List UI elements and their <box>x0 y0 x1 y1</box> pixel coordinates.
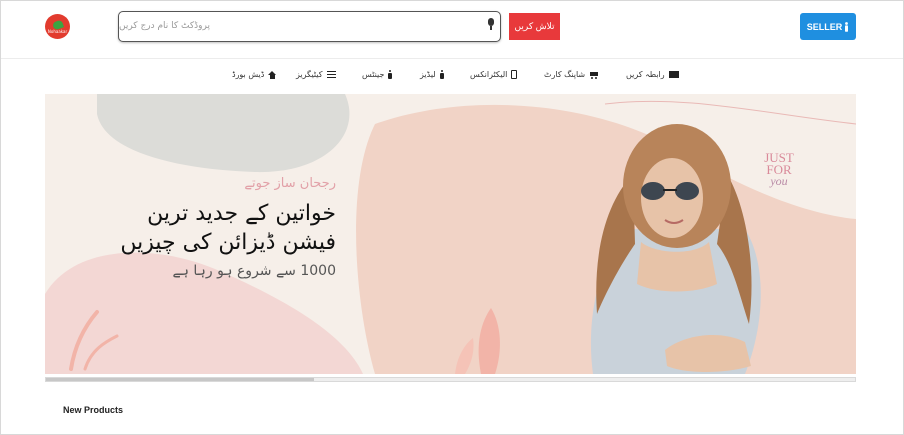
person-icon <box>845 21 849 32</box>
site-logo[interactable]: Nohaakar <box>45 14 70 39</box>
hero-banner[interactable]: رجحان ساز جوتے خواتین کے جدید ترین فیشن … <box>45 94 856 374</box>
person-icon <box>388 70 393 79</box>
nav-item-contact[interactable]: رابطہ کریں <box>626 70 679 79</box>
nav-item-electronics[interactable]: الیکٹرانکس <box>470 70 518 79</box>
search-button[interactable]: تلاش کریں <box>509 13 560 40</box>
nav-item-label: لیڈیز <box>420 70 436 79</box>
scrollbar-thumb[interactable] <box>46 378 314 381</box>
cart-icon <box>589 71 599 79</box>
hero-price: 1000 سے شروع ہو رہا ہے <box>172 263 336 279</box>
nav-item-label: رابطہ کریں <box>626 70 665 79</box>
search-input[interactable]: پروڈکٹ کا نام درج کریں <box>118 11 501 42</box>
badge-line-3: you <box>770 174 788 188</box>
microphone-icon[interactable] <box>487 18 495 30</box>
seller-button-label: SELLER <box>806 21 843 32</box>
nav-item-label: جینٹس <box>362 70 385 79</box>
nav-item-categories[interactable]: کیٹیگریز <box>296 70 336 79</box>
main-nav: ڈیش بورڈ کیٹیگریز جینٹس لیڈیز الیکٹرانکس… <box>1 65 903 87</box>
home-icon <box>268 70 277 79</box>
list-icon <box>326 71 336 78</box>
hero-subtitle: رجحان ساز جوتے <box>244 176 336 191</box>
top-header: Nohaakar پروڈکٹ کا نام درج کریں تلاش کری… <box>1 1 903 59</box>
hero-text: رجحان ساز جوتے خواتین کے جدید ترین فیشن … <box>120 176 336 279</box>
person-icon <box>439 70 444 79</box>
seller-button[interactable]: SELLER <box>800 13 856 40</box>
nav-item-label: کیٹیگریز <box>296 70 323 79</box>
nav-item-label: ڈیش بورڈ <box>232 70 265 79</box>
hero-title-line2: فیشن ڈیزائن کی چیزیں <box>120 230 336 255</box>
nav-item-dashboard[interactable]: ڈیش بورڈ <box>232 70 277 79</box>
page: Nohaakar پروڈکٹ کا نام درج کریں تلاش کری… <box>0 0 904 435</box>
nav-item-label: الیکٹرانکس <box>470 70 508 79</box>
logo-text: Nohaakar <box>47 29 68 34</box>
phone-icon <box>511 70 518 79</box>
banner-scrollbar[interactable] <box>45 377 856 382</box>
hero-title-line1: خواتین کے جدید ترین <box>147 201 336 226</box>
search-placeholder: پروڈکٹ کا نام درج کریں <box>118 21 210 31</box>
new-products-heading: New Products <box>63 405 124 415</box>
nav-item-label: شاپنگ کارٹ <box>544 70 586 79</box>
just-for-you-badge: JUST FOR you <box>759 151 799 188</box>
nav-item-gents[interactable]: جینٹس <box>362 70 393 79</box>
nav-item-ladies[interactable]: لیڈیز <box>420 70 444 79</box>
nav-item-shopping-cart[interactable]: شاپنگ کارٹ <box>544 70 599 79</box>
mail-icon <box>668 71 679 78</box>
